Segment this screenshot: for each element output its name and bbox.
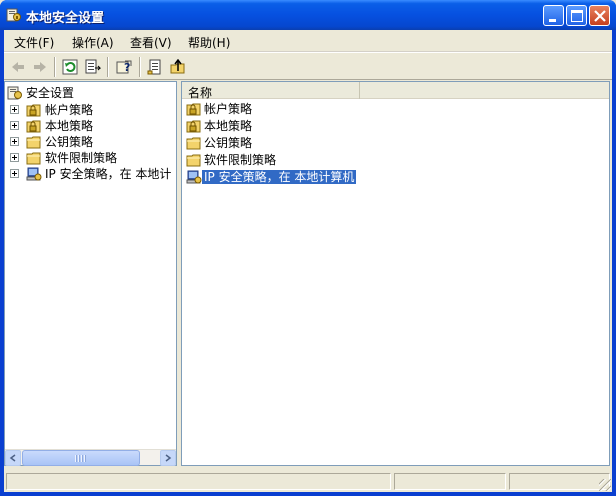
title-bar[interactable]: 本地安全设置 <box>0 0 616 30</box>
back-icon <box>12 62 24 72</box>
menu-bar: 文件(F) 操作(A) 查看(V) 帮助(H) <box>4 30 612 52</box>
tree-pane[interactable]: 安全设置 帐户策略 本地策略 公钥策略 软件限制策略 IP 安全策略，在 本地计 <box>4 81 177 466</box>
tree-item-software-restriction[interactable]: 软件限制策略 <box>5 150 176 166</box>
refresh-icon <box>62 59 78 75</box>
scroll-left-button[interactable] <box>5 450 21 466</box>
menu-help[interactable]: 帮助(H) <box>188 34 230 51</box>
help-icon: ? <box>116 60 132 74</box>
svg-text:?: ? <box>124 61 130 74</box>
toolbar-separator <box>139 57 141 77</box>
client-area: 文件(F) 操作(A) 查看(V) 帮助(H) ? 安全设置 帐户策略 本地策略… <box>4 30 612 492</box>
properties-button[interactable] <box>145 57 165 77</box>
tree-item-label: 软件限制策略 <box>45 151 118 165</box>
list-item-label: IP 安全策略，在 本地计算机 <box>202 170 357 184</box>
locked-folder-icon <box>26 118 42 134</box>
minimize-button[interactable] <box>543 5 564 26</box>
toolbar-separator <box>107 57 109 77</box>
ip-security-icon <box>186 169 202 185</box>
export-list-button[interactable] <box>83 57 103 77</box>
resize-grip[interactable] <box>599 479 611 491</box>
tree-item-label: 公钥策略 <box>45 135 94 149</box>
column-header-name[interactable]: 名称 <box>182 82 360 100</box>
list-item-label: 软件限制策略 <box>204 153 277 167</box>
back-button[interactable] <box>8 57 28 77</box>
up-folder-icon <box>170 59 185 74</box>
tree-item-public-key-policy[interactable]: 公钥策略 <box>5 134 176 150</box>
list-item-label: 本地策略 <box>204 119 253 133</box>
up-folder-button[interactable] <box>168 57 188 77</box>
status-pane-3 <box>509 473 610 490</box>
tree-item-ip-security[interactable]: IP 安全策略，在 本地计 <box>5 166 176 182</box>
ip-security-icon <box>26 166 42 182</box>
export-list-icon <box>85 59 101 74</box>
toolbar: ? <box>4 52 612 80</box>
expand-toggle[interactable] <box>10 137 19 146</box>
list-item-label: 帐户策略 <box>204 102 253 116</box>
expand-toggle[interactable] <box>10 169 19 178</box>
maximize-button[interactable] <box>566 5 587 26</box>
column-header-empty <box>361 82 609 99</box>
security-settings-icon <box>7 85 23 101</box>
main-window: 本地安全设置 文件(F) 操作(A) 查看(V) 帮助(H) ? 安全设置 帐户… <box>0 0 616 496</box>
tree-item-label: 本地策略 <box>45 119 94 133</box>
details-pane[interactable]: 名称 帐户策略 本地策略 公钥策略 软件限制策略 IP 安全策略，在 本地计算机 <box>181 81 610 466</box>
tree-item-account-policy[interactable]: 帐户策略 <box>5 102 176 118</box>
help-button[interactable]: ? <box>114 57 134 77</box>
locked-folder-icon <box>186 118 202 134</box>
tree-item-label: 帐户策略 <box>45 103 94 117</box>
folder-icon <box>186 135 202 151</box>
scroll-right-button[interactable] <box>160 450 176 466</box>
menu-file[interactable]: 文件(F) <box>14 34 54 51</box>
security-settings-icon <box>6 7 22 23</box>
scroll-thumb[interactable] <box>22 450 140 466</box>
menu-action[interactable]: 操作(A) <box>72 34 114 51</box>
tree-root-label: 安全设置 <box>26 86 75 100</box>
tree-item-local-policy[interactable]: 本地策略 <box>5 118 176 134</box>
folder-icon <box>186 152 202 168</box>
folder-icon <box>26 150 42 166</box>
expand-toggle[interactable] <box>10 121 19 130</box>
close-button[interactable] <box>589 5 610 26</box>
toolbar-separator <box>54 57 56 77</box>
tree-horizontal-scrollbar[interactable] <box>5 449 176 466</box>
forward-button[interactable] <box>30 57 50 77</box>
tree-item-label: IP 安全策略，在 本地计 <box>45 167 172 181</box>
menu-view[interactable]: 查看(V) <box>130 34 172 51</box>
list-header: 名称 <box>182 82 609 100</box>
forward-icon <box>34 62 46 72</box>
locked-folder-icon <box>186 101 202 117</box>
properties-icon <box>147 59 161 75</box>
status-pane-2 <box>394 473 506 490</box>
status-pane-main <box>6 473 391 490</box>
folder-icon <box>26 134 42 150</box>
expand-toggle[interactable] <box>10 153 19 162</box>
list-item-label: 公钥策略 <box>204 136 253 150</box>
window-title: 本地安全设置 <box>26 11 105 26</box>
expand-toggle[interactable] <box>10 105 19 114</box>
status-bar <box>4 470 612 492</box>
locked-folder-icon <box>26 102 42 118</box>
refresh-button[interactable] <box>60 57 80 77</box>
column-header-label: 名称 <box>188 86 213 100</box>
